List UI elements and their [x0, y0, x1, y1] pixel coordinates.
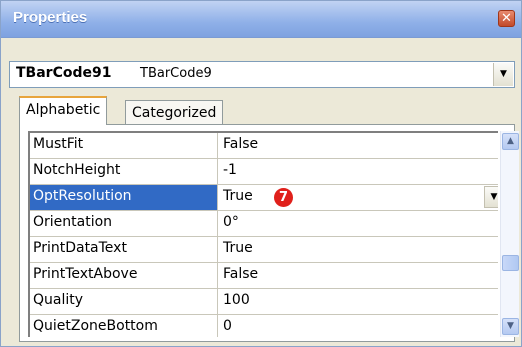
- tab-alphabetic[interactable]: Alphabetic: [19, 96, 108, 125]
- property-value[interactable]: False: [219, 133, 497, 158]
- property-name[interactable]: PrintTextAbove: [30, 263, 218, 288]
- property-name[interactable]: MustFit: [30, 133, 218, 158]
- vertical-scrollbar[interactable]: ▲ ▼: [500, 131, 519, 337]
- property-name[interactable]: QuietZoneBottom: [30, 315, 218, 337]
- property-name[interactable]: Quality: [30, 289, 218, 314]
- property-value[interactable]: 0: [219, 315, 497, 337]
- property-panel: MustFit False NotchHeight -1 OptResoluti…: [19, 124, 519, 342]
- tab-categorized-label: Categorized: [132, 105, 217, 121]
- property-row-selected[interactable]: OptResolution True 7 ▼: [30, 185, 498, 211]
- property-row[interactable]: NotchHeight -1: [30, 159, 498, 185]
- chevron-down-icon: ▼: [500, 69, 507, 79]
- property-value-text: 100: [223, 292, 250, 308]
- scroll-thumb[interactable]: [502, 255, 519, 271]
- property-value[interactable]: True: [219, 237, 497, 262]
- property-value[interactable]: 100: [219, 289, 497, 314]
- chevron-down-icon: ▼: [507, 321, 514, 331]
- property-value-text: False: [223, 136, 259, 152]
- property-value-text: 0°: [223, 214, 239, 230]
- property-value-text: False: [223, 266, 259, 282]
- property-row[interactable]: QuietZoneBottom 0: [30, 315, 498, 337]
- property-name[interactable]: Orientation: [30, 211, 218, 236]
- property-row[interactable]: Orientation 0°: [30, 211, 498, 237]
- chevron-up-icon: ▲: [507, 136, 514, 146]
- property-value-text: 0: [223, 318, 232, 334]
- property-name[interactable]: NotchHeight: [30, 159, 218, 184]
- scroll-down-button[interactable]: ▼: [502, 318, 519, 335]
- property-value[interactable]: 0°: [219, 211, 497, 236]
- property-value[interactable]: False: [219, 263, 497, 288]
- property-name[interactable]: PrintDataText: [30, 237, 218, 262]
- title-bar[interactable]: Properties ✕: [1, 1, 521, 38]
- property-name[interactable]: OptResolution: [30, 185, 218, 210]
- property-row[interactable]: PrintDataText True: [30, 237, 498, 263]
- window-title: Properties: [13, 9, 88, 26]
- scroll-up-button[interactable]: ▲: [502, 133, 519, 150]
- property-value[interactable]: True 7 ▼: [219, 185, 498, 210]
- close-button[interactable]: ✕: [498, 10, 515, 27]
- property-row[interactable]: Quality 100: [30, 289, 498, 315]
- property-row[interactable]: MustFit False: [30, 133, 498, 159]
- close-icon: ✕: [501, 11, 512, 26]
- tab-alphabetic-label: Alphabetic: [26, 102, 101, 118]
- property-grid: MustFit False NotchHeight -1 OptResoluti…: [28, 131, 498, 337]
- property-row[interactable]: PrintTextAbove False: [30, 263, 498, 289]
- property-value[interactable]: -1: [219, 159, 497, 184]
- object-type: TBarCode9: [140, 66, 212, 81]
- object-name: TBarCode91: [16, 65, 112, 81]
- tab-categorized[interactable]: Categorized: [125, 100, 224, 126]
- property-value-text: True: [223, 188, 253, 204]
- property-value-text: -1: [223, 162, 237, 178]
- callout-badge: 7: [274, 188, 293, 207]
- object-selector[interactable]: TBarCode91 TBarCode9 ▼: [9, 61, 515, 88]
- value-dropdown-button[interactable]: ▼: [484, 186, 498, 208]
- chevron-down-icon: ▼: [490, 192, 498, 202]
- properties-window: Properties ✕ TBarCode91 TBarCode9 ▼ Alph…: [0, 0, 522, 347]
- property-value-text: True: [223, 240, 253, 256]
- object-selector-dropdown-button[interactable]: ▼: [493, 63, 513, 86]
